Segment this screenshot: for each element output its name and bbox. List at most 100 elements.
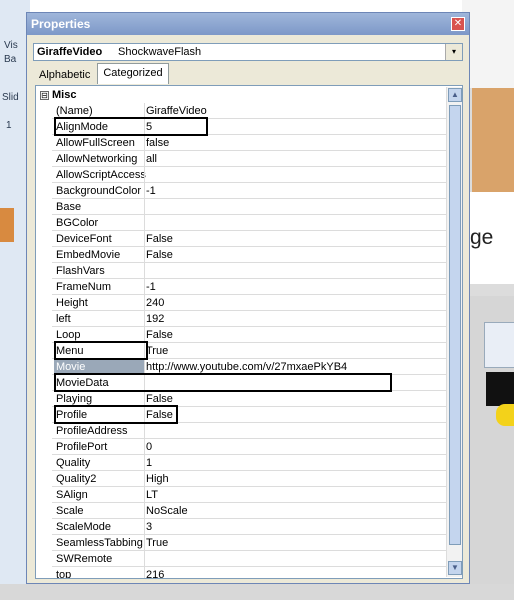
window-title: Properties xyxy=(31,17,91,31)
property-value[interactable]: GiraffeVideo xyxy=(146,105,207,117)
property-row[interactable]: DeviceFont False xyxy=(36,231,446,247)
row-gutter xyxy=(36,119,52,135)
column-divider xyxy=(144,455,145,471)
row-gutter xyxy=(36,455,52,471)
property-name: top xyxy=(56,569,72,579)
chevron-down-icon[interactable]: ▾ xyxy=(445,44,462,60)
property-row[interactable]: SAlign LT xyxy=(36,487,446,503)
property-row[interactable]: Movie http://www.youtube.com/v/27mxaePkYB… xyxy=(36,359,446,375)
property-row[interactable]: Loop False xyxy=(36,327,446,343)
property-value[interactable]: http://www.youtube.com/v/27mxaePkYB4 xyxy=(146,361,347,373)
column-divider xyxy=(144,359,145,375)
category-row[interactable]: ⊟ Misc xyxy=(36,88,446,104)
collapse-icon[interactable]: ⊟ xyxy=(40,91,49,100)
property-value[interactable]: True xyxy=(146,537,168,549)
property-row[interactable]: AllowNetworking all xyxy=(36,151,446,167)
category-label: Misc xyxy=(52,89,77,101)
tab-categorized[interactable]: Categorized xyxy=(97,63,169,84)
row-gutter xyxy=(36,231,52,247)
property-name: ProfileAddress xyxy=(56,425,128,437)
bg-slides-tab[interactable]: Slid xyxy=(2,92,19,103)
property-value[interactable]: True xyxy=(146,345,168,357)
property-value[interactable]: NoScale xyxy=(146,505,188,517)
property-value[interactable]: 5 xyxy=(146,121,152,133)
column-divider xyxy=(144,263,145,279)
property-row[interactable]: top 216 xyxy=(36,567,446,579)
bg-slide-thumbnail[interactable] xyxy=(0,208,14,242)
property-name: Base xyxy=(56,201,82,213)
property-row[interactable]: FrameNum -1 xyxy=(36,279,446,295)
property-name: AlignMode xyxy=(56,121,108,133)
property-row[interactable]: EmbedMovie False xyxy=(36,247,446,263)
property-row[interactable]: AlignMode 5 xyxy=(36,119,446,135)
property-row[interactable]: left 192 xyxy=(36,311,446,327)
property-row[interactable]: Quality2 High xyxy=(36,471,446,487)
property-value[interactable]: all xyxy=(146,153,157,165)
property-value[interactable]: LT xyxy=(146,489,158,501)
property-row[interactable]: SWRemote xyxy=(36,551,446,567)
row-gutter xyxy=(36,183,52,199)
scroll-up-button[interactable]: ▲ xyxy=(448,88,462,102)
property-row[interactable]: AllowFullScreen false xyxy=(36,135,446,151)
property-row[interactable]: Base xyxy=(36,199,446,215)
property-name: ProfilePort xyxy=(56,441,108,453)
property-value[interactable]: 3 xyxy=(146,521,152,533)
property-row[interactable]: BackgroundColor -1 xyxy=(36,183,446,199)
property-name: ScaleMode xyxy=(56,521,112,533)
property-row[interactable]: Playing False xyxy=(36,391,446,407)
scroll-down-button[interactable]: ▼ xyxy=(448,561,462,575)
row-gutter xyxy=(36,471,52,487)
row-gutter xyxy=(36,567,52,578)
smiley-icon xyxy=(496,404,514,426)
property-value[interactable]: False xyxy=(146,233,173,245)
property-value[interactable]: -1 xyxy=(146,281,156,293)
property-value[interactable]: High xyxy=(146,473,169,485)
title-bar[interactable]: Properties ✕ xyxy=(27,13,469,35)
column-divider xyxy=(144,151,145,167)
property-name: Quality2 xyxy=(56,473,97,485)
property-name: Movie xyxy=(56,361,86,373)
property-value[interactable]: -1 xyxy=(146,185,156,197)
property-row[interactable]: Quality 1 xyxy=(36,455,446,471)
property-value[interactable]: false xyxy=(146,137,169,149)
property-row[interactable]: ProfileAddress xyxy=(36,423,446,439)
close-button[interactable]: ✕ xyxy=(451,17,465,31)
property-row[interactable]: ScaleMode 3 xyxy=(36,519,446,535)
property-row[interactable]: BGColor xyxy=(36,215,446,231)
property-name: Playing xyxy=(56,393,93,405)
property-value[interactable]: 216 xyxy=(146,569,164,578)
property-value[interactable]: 240 xyxy=(146,297,164,309)
property-row[interactable]: AllowScriptAccess xyxy=(36,167,446,183)
property-name: Profile xyxy=(56,409,88,421)
property-row[interactable]: SeamlessTabbing True xyxy=(36,535,446,551)
property-row[interactable]: MovieData xyxy=(36,375,446,391)
property-value[interactable]: False xyxy=(146,249,173,261)
tab-alphabetic[interactable]: Alphabetic xyxy=(39,69,90,85)
property-name: Height xyxy=(56,297,88,309)
property-name: Scale xyxy=(56,505,84,517)
property-row[interactable]: (Name) GiraffeVideo xyxy=(36,103,446,119)
object-selector[interactable]: GiraffeVideo ShockwaveFlash ▾ xyxy=(33,43,463,61)
property-value[interactable]: 1 xyxy=(146,457,152,469)
bg-slide-area xyxy=(472,88,514,192)
property-value[interactable]: False xyxy=(146,409,173,421)
row-gutter xyxy=(36,247,52,263)
scroll-thumb[interactable] xyxy=(449,105,461,545)
vertical-scrollbar[interactable]: ▲ ▼ xyxy=(446,87,462,577)
property-row[interactable]: Profile False xyxy=(36,407,446,423)
property-value[interactable]: 0 xyxy=(146,441,152,453)
bg-status-area xyxy=(0,584,514,600)
property-value[interactable]: False xyxy=(146,393,173,405)
property-row[interactable]: ProfilePort 0 xyxy=(36,439,446,455)
property-value[interactable]: 192 xyxy=(146,313,164,325)
column-divider xyxy=(144,215,145,231)
property-row[interactable]: Height 240 xyxy=(36,295,446,311)
property-name: SWRemote xyxy=(56,553,113,565)
property-value[interactable]: False xyxy=(146,329,173,341)
property-row[interactable]: Menu True xyxy=(36,343,446,359)
property-row[interactable]: Scale NoScale xyxy=(36,503,446,519)
property-row[interactable]: FlashVars xyxy=(36,263,446,279)
property-name: SeamlessTabbing xyxy=(56,537,143,549)
property-name: SAlign xyxy=(56,489,88,501)
column-divider xyxy=(144,391,145,407)
